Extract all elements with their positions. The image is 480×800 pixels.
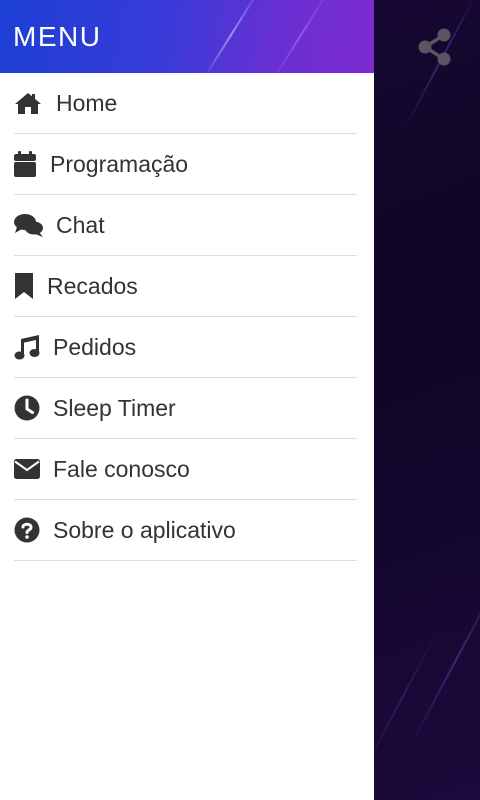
header-highlight xyxy=(271,0,331,73)
share-icon xyxy=(418,28,451,66)
menu-item-label: Recados xyxy=(47,273,138,299)
background-streak xyxy=(362,628,440,772)
menu-item-label: Home xyxy=(56,90,118,116)
menu-item-chat[interactable]: Chat xyxy=(14,195,357,256)
home-icon xyxy=(14,89,56,117)
envelope-icon xyxy=(14,455,53,483)
calendar-icon xyxy=(14,150,50,178)
header-highlight xyxy=(201,0,261,73)
menu-item-sleep-timer[interactable]: Sleep Timer xyxy=(14,378,357,439)
share-button[interactable] xyxy=(414,26,456,68)
menu-item-pedidos[interactable]: Pedidos xyxy=(14,317,357,378)
menu-item-label: Fale conosco xyxy=(53,456,190,482)
menu-item-label: Sleep Timer xyxy=(53,395,176,421)
menu-item-recados[interactable]: Recados xyxy=(14,256,357,317)
menu-item-label: Programação xyxy=(50,151,189,177)
drawer-title: MENU xyxy=(13,21,102,52)
menu-item-fale-conosco[interactable]: Fale conosco xyxy=(14,439,357,500)
menu-item-home[interactable]: Home xyxy=(14,73,357,134)
menu-item-label: Sobre o aplicativo xyxy=(53,517,236,543)
menu-item-label: Pedidos xyxy=(53,334,137,360)
app-screen: MENU Home Programação Chat Recados Pedid… xyxy=(0,0,480,800)
music-note-icon xyxy=(14,333,53,361)
chat-bubbles-icon xyxy=(14,211,56,239)
drawer-menu: Home Programação Chat Recados Pedidos Sl… xyxy=(0,73,374,561)
clock-icon xyxy=(14,394,53,422)
background-streak xyxy=(408,571,480,749)
menu-item-programacao[interactable]: Programação xyxy=(14,134,357,195)
drawer-header: MENU xyxy=(0,0,374,73)
navigation-drawer: MENU Home Programação Chat Recados Pedid… xyxy=(0,0,374,800)
menu-item-label: Chat xyxy=(56,212,105,238)
menu-item-sobre-o-aplicativo[interactable]: Sobre o aplicativo xyxy=(14,500,357,561)
question-circle-icon xyxy=(14,516,53,544)
bookmark-icon xyxy=(14,272,47,300)
